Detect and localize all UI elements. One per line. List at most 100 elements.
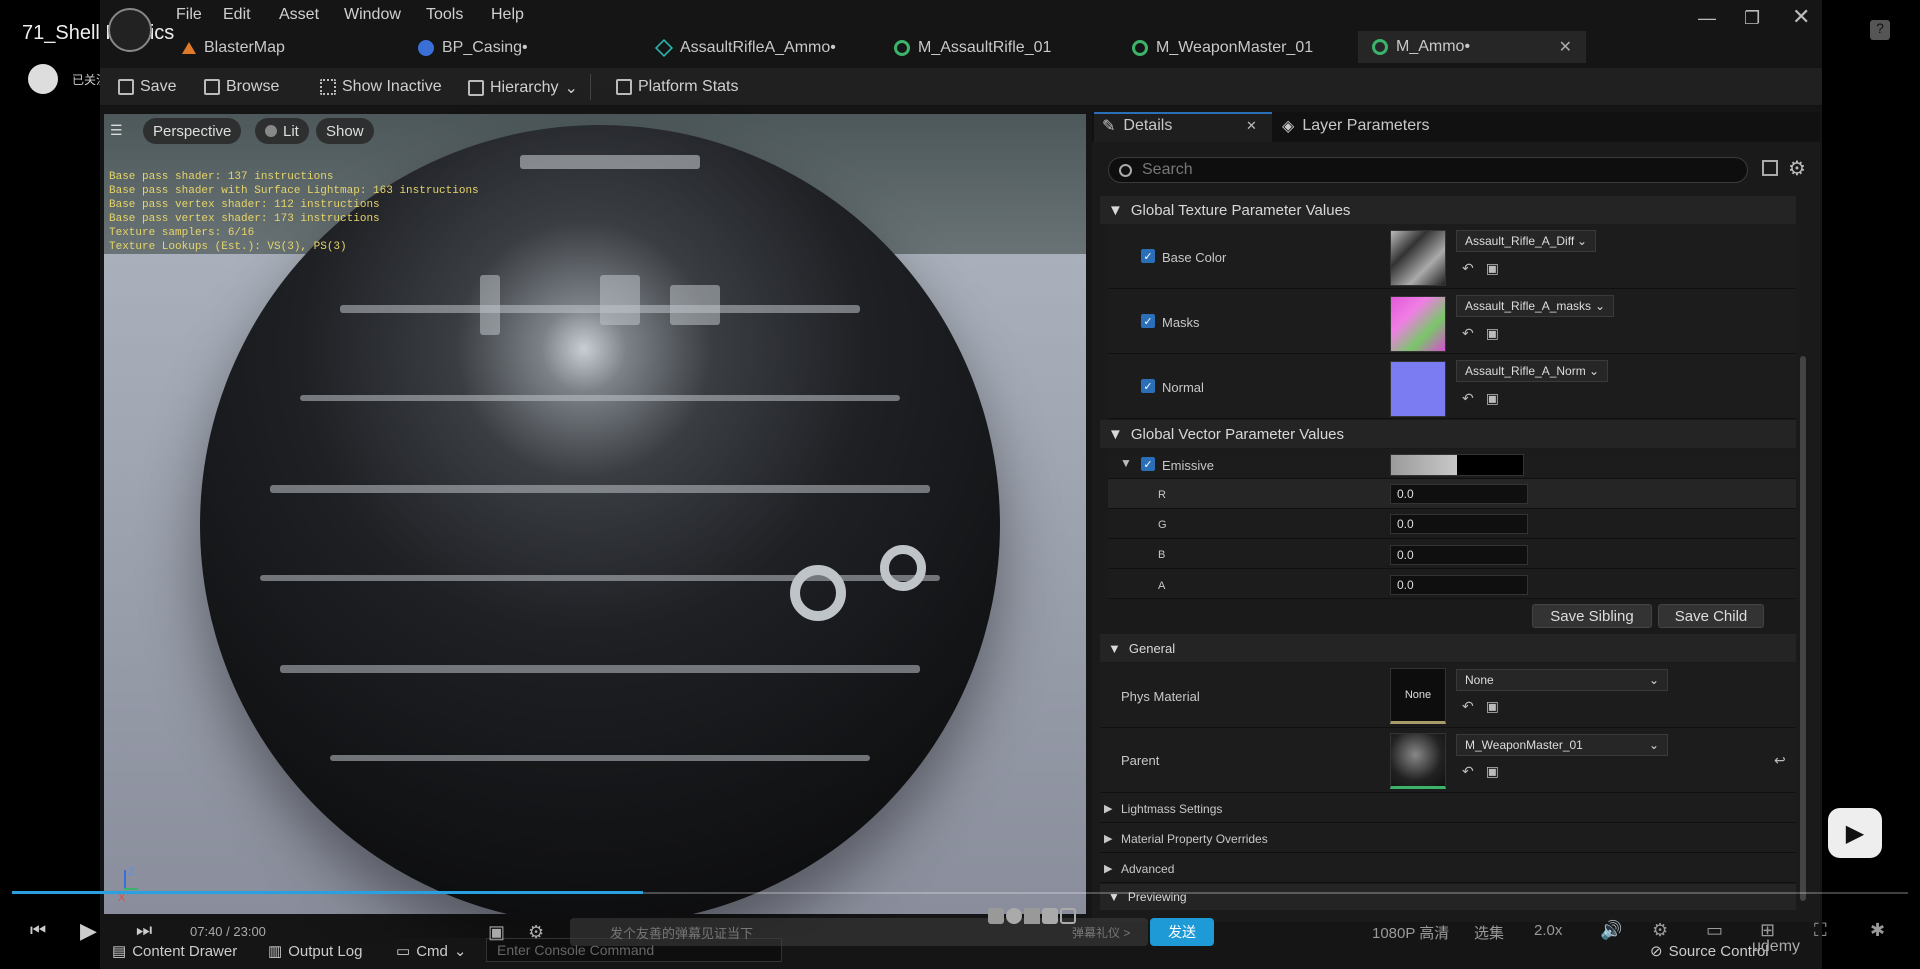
section-global-texture[interactable]: ▼ Global Texture Parameter Values (1100, 196, 1796, 224)
menu-help[interactable]: Help (491, 6, 524, 24)
tab-m-assaultrifle[interactable]: M_AssaultRifle_01 (894, 38, 1051, 58)
perspective-button[interactable]: Perspective (143, 118, 242, 144)
help-icon[interactable]: ? (1870, 20, 1890, 40)
plane-icon[interactable] (1024, 908, 1040, 924)
output-log-button[interactable]: ▥ Output Log (268, 942, 362, 961)
menu-file[interactable]: File (176, 6, 202, 24)
hierarchy-dropdown[interactable]: Hierarchy ⌄ (468, 78, 578, 98)
close-window-icon[interactable]: ✕ (1792, 4, 1810, 30)
browse-asset-icon[interactable]: ▣ (1486, 698, 1499, 715)
browse-asset-icon[interactable]: ▣ (1486, 763, 1499, 780)
tab-assault-rifle-ammo[interactable]: AssaultRifleA_Ammo• (654, 38, 836, 58)
custom-mesh-icon[interactable] (1060, 908, 1076, 924)
section-previewing[interactable]: ▼ Previewing (1100, 884, 1796, 910)
more-icon[interactable]: ✱ (1870, 920, 1885, 941)
quality-selector[interactable]: 1080P 高清 (1372, 922, 1449, 943)
details-scrollbar[interactable] (1800, 356, 1806, 901)
b-value-field[interactable]: 0.0 (1390, 545, 1528, 565)
speed-selector[interactable]: 2.0x (1534, 922, 1562, 939)
section-global-vector[interactable]: ▼ Global Vector Parameter Values (1100, 420, 1796, 448)
parent-combo[interactable]: M_WeaponMaster_01 ⌄ (1456, 734, 1668, 756)
previous-icon[interactable]: ⏮ (30, 920, 46, 941)
use-selected-icon[interactable]: ↶ (1462, 763, 1474, 780)
save-child-button[interactable]: Save Child (1658, 604, 1764, 628)
cmd-dropdown[interactable]: ▭ Cmd ⌄ (396, 942, 466, 961)
expand-arrow-icon[interactable]: ▼ (1120, 456, 1132, 470)
sphere-icon[interactable] (1006, 908, 1022, 924)
danmaku-etiquette-link[interactable]: 弹幕礼仪 > (1072, 924, 1130, 941)
use-selected-icon[interactable]: ↶ (1462, 390, 1474, 407)
phys-material-combo[interactable]: None ⌄ (1456, 669, 1668, 691)
base-color-checkbox[interactable]: ✓ (1141, 249, 1155, 263)
menu-edit[interactable]: Edit (223, 6, 251, 24)
menu-window[interactable]: Window (344, 6, 401, 24)
close-tab-icon[interactable]: ✕ (1559, 37, 1572, 57)
parent-thumbnail[interactable] (1390, 733, 1446, 789)
parent-actions: ↶ ▣ (1462, 763, 1499, 780)
minimize-icon[interactable]: — (1698, 8, 1716, 29)
web-fullscreen-icon[interactable]: ⊞ (1760, 920, 1775, 941)
g-value-field[interactable]: 0.0 (1390, 514, 1528, 534)
emissive-checkbox[interactable]: ✓ (1141, 457, 1155, 471)
bilibili-play-icon[interactable]: ▶ (1828, 808, 1882, 858)
viewport-menu-icon[interactable]: ☰ (110, 122, 132, 140)
phys-material-thumbnail[interactable]: None (1390, 668, 1446, 724)
menu-asset[interactable]: Asset (279, 6, 319, 24)
lit-button[interactable]: Lit (255, 118, 309, 144)
menu-tools[interactable]: Tools (426, 6, 463, 24)
close-details-icon[interactable]: ✕ (1246, 118, 1257, 134)
cylinder-icon[interactable] (988, 908, 1004, 924)
next-icon[interactable]: ⏭ (136, 920, 152, 941)
player-settings-icon[interactable]: ⚙ (1652, 920, 1668, 941)
play-icon[interactable]: ▶ (80, 918, 97, 944)
base-color-asset-combo[interactable]: Assault_Rifle_A_Diff ⌄ (1456, 230, 1596, 252)
use-selected-icon[interactable]: ↶ (1462, 260, 1474, 277)
danmaku-toggle-icon[interactable]: ▣ (488, 922, 505, 943)
normal-thumbnail[interactable] (1390, 361, 1446, 417)
source-control-button[interactable]: ⊘ Source Control (1650, 942, 1769, 961)
details-search-input[interactable]: Search (1108, 157, 1748, 183)
tab-m-ammo[interactable]: M_Ammo• ✕ (1358, 31, 1586, 63)
save-button[interactable]: Save (118, 78, 176, 96)
collapsed-advanced[interactable] (1100, 853, 1796, 883)
base-color-thumbnail[interactable] (1390, 230, 1446, 286)
masks-thumbnail[interactable] (1390, 296, 1446, 352)
pip-icon[interactable]: ▭ (1706, 920, 1723, 941)
normal-asset-combo[interactable]: Assault_Rifle_A_Norm ⌄ (1456, 360, 1608, 382)
masks-asset-combo[interactable]: Assault_Rifle_A_masks ⌄ (1456, 295, 1614, 317)
masks-checkbox[interactable]: ✓ (1141, 314, 1155, 328)
show-inactive-button[interactable]: Show Inactive (320, 78, 442, 96)
a-value-field[interactable]: 0.0 (1390, 575, 1528, 595)
settings-gear-icon[interactable]: ⚙ (1788, 156, 1806, 181)
browse-asset-icon[interactable]: ▣ (1486, 390, 1499, 407)
browse-asset-icon[interactable]: ▣ (1486, 325, 1499, 342)
reset-to-default-icon[interactable]: ↩ (1774, 752, 1786, 769)
use-selected-icon[interactable]: ↶ (1462, 698, 1474, 715)
content-drawer-button[interactable]: ▤ Content Drawer (112, 942, 237, 961)
danmaku-send-button[interactable]: 发送 (1150, 918, 1214, 946)
browse-button[interactable]: Browse (204, 78, 279, 96)
fullscreen-icon[interactable]: ⛶ (1814, 920, 1827, 941)
browse-asset-icon[interactable]: ▣ (1486, 260, 1499, 277)
section-general[interactable]: ▼ General (1100, 634, 1796, 662)
tab-m-weaponmaster[interactable]: M_WeaponMaster_01 (1132, 38, 1313, 58)
preview-shape-selector[interactable] (988, 908, 1076, 924)
avatar[interactable] (28, 64, 58, 94)
tab-layer-parameters[interactable]: ◈ Layer Parameters (1282, 116, 1429, 136)
table-view-icon[interactable] (1762, 160, 1778, 176)
platform-stats-button[interactable]: Platform Stats (616, 78, 738, 96)
emissive-color-swatch[interactable] (1390, 454, 1524, 476)
danmaku-settings-icon[interactable]: ⚙ (528, 922, 544, 943)
normal-checkbox[interactable]: ✓ (1141, 379, 1155, 393)
show-button[interactable]: Show (316, 118, 374, 144)
tab-bp-casing[interactable]: BP_Casing• (418, 38, 528, 58)
tab-blastermap[interactable]: BlasterMap (182, 38, 285, 58)
cube-icon[interactable] (1042, 908, 1058, 924)
save-sibling-button[interactable]: Save Sibling (1532, 604, 1652, 628)
combo-value: M_WeaponMaster_01 (1465, 738, 1583, 752)
r-value-field[interactable]: 0.0 (1390, 484, 1528, 504)
restore-icon[interactable]: ❐ (1744, 8, 1760, 29)
volume-icon[interactable]: 🔊 (1600, 920, 1622, 941)
use-selected-icon[interactable]: ↶ (1462, 325, 1474, 342)
episodes-button[interactable]: 选集 (1474, 922, 1504, 943)
